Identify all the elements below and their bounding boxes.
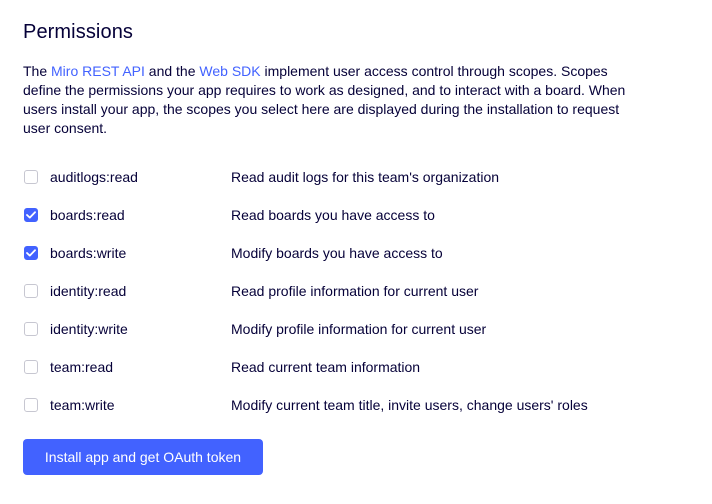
scope-checkbox[interactable] (24, 398, 38, 412)
scope-name: boards:read (50, 207, 125, 223)
scope-name: team:read (50, 359, 114, 375)
scope-name: identity:read (50, 283, 127, 299)
scope-description: Read current team information (231, 359, 421, 375)
scope-description: Read audit logs for this team's organiza… (231, 169, 500, 185)
miro-rest-api-link[interactable]: Miro REST API (51, 63, 145, 79)
scope-name: auditlogs:read (50, 169, 138, 185)
scope-row: boards:write Modify boards you have acce… (23, 234, 683, 272)
scope-row: boards:read Read boards you have access … (23, 196, 683, 234)
web-sdk-link[interactable]: Web SDK (199, 63, 260, 79)
scope-row: team:write Modify current team title, in… (23, 386, 683, 424)
scope-row: team:read Read current team information (23, 348, 683, 386)
scope-checkbox[interactable] (24, 284, 38, 298)
scope-checkbox[interactable] (24, 170, 38, 184)
description-text-2: and the (144, 63, 200, 79)
scope-name: team:write (50, 397, 115, 413)
permissions-description: The Miro REST API and the Web SDK implem… (23, 62, 643, 138)
description-text-1: The (23, 63, 52, 79)
scope-description: Read profile information for current use… (231, 283, 479, 299)
scope-checkbox[interactable] (24, 246, 38, 260)
checkmark-icon (26, 211, 36, 219)
scope-checkbox[interactable] (24, 322, 38, 336)
scope-checkbox[interactable] (24, 208, 38, 222)
scope-description: Read boards you have access to (231, 207, 435, 223)
scope-row: auditlogs:read Read audit logs for this … (23, 158, 683, 196)
scope-checkbox[interactable] (24, 360, 38, 374)
page-title: Permissions (23, 21, 134, 43)
scope-description: Modify current team title, invite users,… (231, 397, 588, 413)
scope-name: boards:write (50, 245, 127, 261)
scope-description: Modify profile information for current u… (231, 321, 487, 337)
scope-list: auditlogs:read Read audit logs for this … (23, 158, 683, 424)
scope-description: Modify boards you have access to (231, 245, 443, 261)
scope-row: identity:write Modify profile informatio… (23, 310, 683, 348)
install-app-button[interactable]: Install app and get OAuth token (23, 439, 263, 475)
checkmark-icon (26, 249, 36, 257)
scope-name: identity:write (50, 321, 128, 337)
scope-row: identity:read Read profile information f… (23, 272, 683, 310)
